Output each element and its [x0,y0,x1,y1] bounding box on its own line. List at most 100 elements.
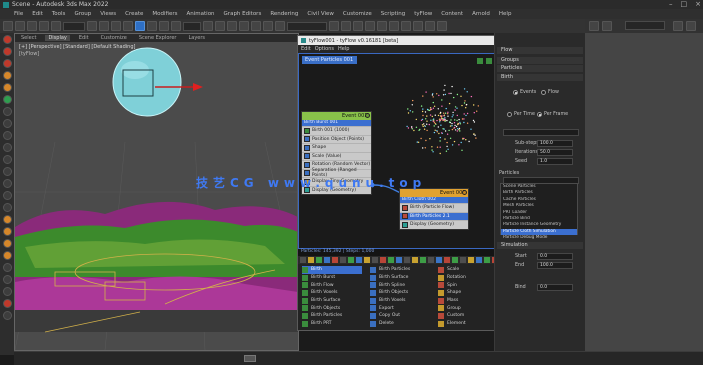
systems-icon[interactable] [2,263,12,272]
camera-icon[interactable] [2,227,12,236]
project-folder-icon[interactable] [673,21,683,31]
scene-tab[interactable]: Layers [185,35,208,41]
operator-palette-item[interactable]: Scale [438,266,498,274]
scene-tab[interactable]: Scene Explorer [136,35,180,41]
menu-item[interactable]: Group [74,11,91,17]
maximize-button[interactable]: □ [681,0,688,8]
scene-explorer-icon[interactable] [2,107,12,116]
select-icon[interactable] [87,21,97,31]
freeze-icon[interactable] [2,143,12,152]
keyboard-shortcut-icon[interactable] [227,21,237,31]
rollout-simulation[interactable]: Simulation [497,242,583,249]
category-icon[interactable] [476,257,482,263]
layer-explorer-icon[interactable] [2,119,12,128]
category-icon[interactable] [412,257,418,263]
category-icon[interactable] [340,257,346,263]
rollout-particles[interactable]: Particles [497,65,583,72]
scene-tab[interactable]: Customize [98,35,130,41]
per-frame-radio[interactable] [537,112,542,117]
event-002-node[interactable]: Event 002 Birth Cloth 002 Birth (Particl… [399,188,469,230]
operator-palette-item[interactable]: Export [370,304,430,312]
event-001-toggle-icon[interactable] [365,113,370,118]
scene-tab[interactable]: Edit [76,35,92,41]
category-icon[interactable] [300,257,306,263]
redo-icon[interactable] [15,21,25,31]
settings-icon[interactable] [2,311,12,320]
help-icon[interactable] [686,21,696,31]
time-config-icon[interactable] [2,203,12,212]
operator-row[interactable]: Scale (Value) [302,151,371,161]
hide-icon[interactable] [2,155,12,164]
isolate-icon[interactable] [2,131,12,140]
operator-palette-item[interactable]: Group [438,304,498,312]
menu-item[interactable]: Help [499,11,512,17]
category-icon[interactable] [420,257,426,263]
event-002-toggle-icon[interactable] [462,190,467,195]
window-crossing-icon[interactable] [123,21,133,31]
menu-item[interactable]: Arnold [472,11,490,17]
operator-palette-item[interactable]: Birth Surface [302,297,362,305]
workspace-icon[interactable] [602,21,612,31]
particles-icon[interactable] [2,299,12,308]
menu-item[interactable]: Tools [52,11,66,17]
menu-item[interactable]: Customize [343,11,372,17]
dropdown-option[interactable]: Particle Debug Mode [501,235,577,241]
light-icon[interactable] [2,215,12,224]
category-icon[interactable] [324,257,330,263]
move-icon[interactable] [135,21,145,31]
tyflow-editor-menu-options[interactable]: Options [315,46,334,52]
geometry-icon[interactable] [2,275,12,284]
category-icon[interactable] [356,257,362,263]
minimize-button[interactable]: – [669,0,673,8]
modify-icon[interactable] [2,47,12,56]
menu-item[interactable]: Rendering [270,11,298,17]
selection-filter-dropdown[interactable] [63,21,85,31]
angle-snap-icon[interactable] [251,21,261,31]
operator-palette-item[interactable]: Delete [370,320,430,328]
particle-type-dropdown-list[interactable]: Scene Particles Birth Particles Cache Part… [500,183,578,240]
mirror-icon[interactable] [329,21,339,31]
category-icon[interactable] [404,257,410,263]
unlink-icon[interactable] [39,21,49,31]
spinner-snap-icon[interactable] [275,21,285,31]
seed-field[interactable]: 1.0 [537,158,573,165]
play-icon[interactable] [2,167,12,176]
pivot-icon[interactable] [203,21,213,31]
operator-palette-item[interactable]: Spin [438,281,498,289]
category-icon[interactable] [348,257,354,263]
snap-icon[interactable] [239,21,249,31]
align-icon[interactable] [341,21,351,31]
category-icon[interactable] [484,257,490,263]
menu-item[interactable]: Views [100,11,116,17]
iterations-field[interactable]: 50.0 [537,149,573,156]
hierarchy-icon[interactable] [2,59,12,68]
event-001-header[interactable]: Event 001 [302,112,371,120]
display-icon[interactable] [2,83,12,92]
operator-palette-item[interactable]: Birth Voxels [370,297,430,305]
operator-palette-item[interactable]: Birth PRT [302,320,362,328]
category-icon[interactable] [468,257,474,263]
time-slider[interactable] [244,355,256,362]
operator-palette-item[interactable]: Copy Out [370,312,430,320]
rollout-flow[interactable]: Flow [497,47,583,54]
operator-row[interactable]: Birth Particles 2.1 [400,211,468,220]
close-button[interactable]: × [695,0,701,8]
ribbon-icon[interactable] [365,21,375,31]
operator-row[interactable]: Birth (Particle Flow) [400,203,468,212]
operator-row[interactable]: Shape [302,143,371,152]
render-icon[interactable] [437,21,447,31]
menu-item[interactable]: Content [441,11,463,17]
category-icon[interactable] [436,257,442,263]
bind-field[interactable]: 0.0 [537,284,573,291]
workspace-dropdown[interactable] [625,21,665,30]
undo-icon[interactable] [3,21,13,31]
percent-snap-icon[interactable] [263,21,273,31]
rotate-icon[interactable] [147,21,157,31]
operator-palette-item[interactable]: Birth Flow [302,281,362,289]
flow-radio[interactable] [541,90,546,95]
menu-item[interactable]: Modifiers [152,11,177,17]
motion-icon[interactable] [2,71,12,80]
end-field[interactable]: 100.0 [537,262,573,269]
curve-editor-icon[interactable] [377,21,387,31]
operator-palette-item[interactable]: Element [438,320,498,328]
